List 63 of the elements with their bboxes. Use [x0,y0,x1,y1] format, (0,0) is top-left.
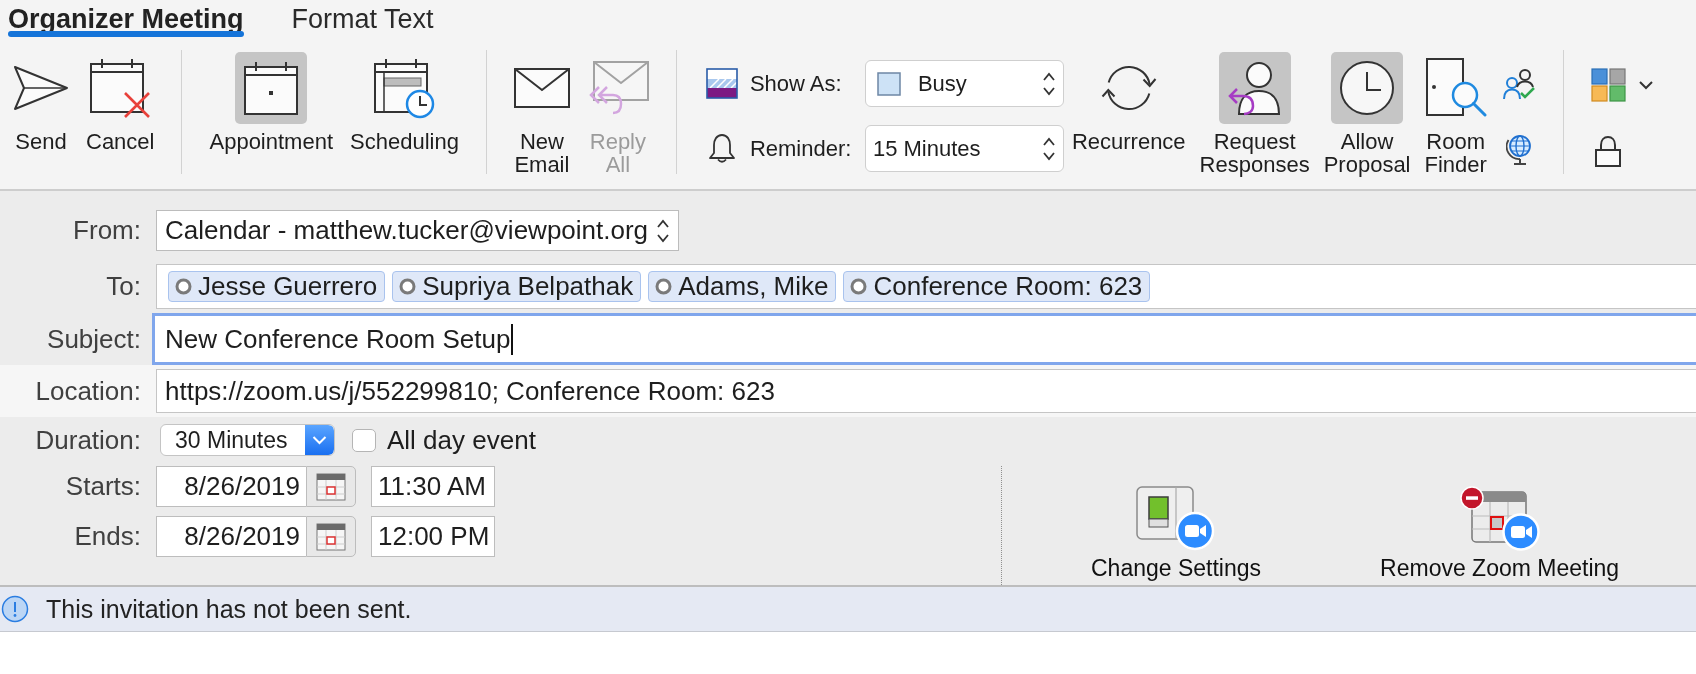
info-message: This invitation has not been sent. [46,594,412,624]
up-down-arrows-icon [1041,135,1056,162]
location-field[interactable]: https://zoom.us/j/552299810; Conference Room: 623 [156,369,1696,413]
color-swatch-icon [876,71,901,96]
info-icon [1,595,29,623]
ring-icon [398,277,418,296]
all-day-checkbox[interactable] [352,428,376,452]
recipient-chip[interactable]: Supriya Belpathak [392,271,642,302]
ribbon-tab[interactable]: Organizer Meeting [8,0,244,38]
color-bars-icon [705,68,738,99]
all-day-label: All day event [387,424,536,456]
cancel-button[interactable]: Cancel [80,52,161,153]
people-check-icon[interactable] [1501,68,1536,100]
grid-icon [1590,68,1627,102]
duration-select[interactable]: 30 Minutes [160,424,335,456]
show-as-label: Show As: [749,70,843,97]
room-finder-button[interactable]: Room Finder [1418,52,1493,176]
apps-button[interactable] [1590,68,1653,102]
appointment-button[interactable]: Appointment [203,52,339,153]
date-picker-button[interactable] [306,466,356,507]
switch-camera-icon [1136,486,1217,552]
calendar-icon [316,472,346,501]
subject-field[interactable]: New Conference Room Setup [152,313,1696,365]
end-date-field[interactable]: 8/26/2019 [156,516,306,557]
request-responses-button[interactable]: Request Responses [1193,52,1316,176]
allow-proposal-button[interactable]: Allow Proposal [1317,52,1417,176]
from-label: From: [72,215,141,246]
end-time-field[interactable]: 12:00 PM [371,516,495,557]
scheduling-button[interactable]: Scheduling [344,52,465,153]
caret-icon [1638,80,1653,90]
new-email-button[interactable]: New Email [507,52,576,176]
recipient-chip[interactable]: Adams, Mike [648,271,837,302]
ribbon-tab[interactable]: Format Text [291,0,434,38]
start-time-field[interactable]: 11:30 AM [371,466,495,507]
ring-icon [849,277,869,296]
to-label: To: [105,271,141,302]
reminder-label: Reminder: [749,135,853,162]
lock-icon[interactable] [1593,135,1622,167]
globe-icon[interactable] [1505,133,1532,165]
ring-icon [174,277,193,296]
ends-label: Ends: [73,521,141,552]
recipient-chip[interactable]: Jesse Guerrero [168,271,386,302]
calendar-camera-icon [1459,486,1540,552]
reminder-select[interactable]: 15 Minutes [864,125,1064,172]
recurrence-button[interactable]: Recurrence [1065,52,1192,176]
send-button[interactable]: Send [7,52,75,153]
location-label: Location: [34,375,141,407]
duration-label: Duration: [34,424,141,456]
from-select[interactable]: Calendar - matthew.tucker@viewpoint.org [156,210,680,251]
up-down-arrows-icon [1041,70,1056,97]
recipient-chip[interactable]: Conference Room: 623 [843,271,1151,302]
up-down-arrows-icon [656,217,671,244]
to-field[interactable]: Jesse Guerrero Supriya Belpathak Adams, Mike Conference Room: 623 [156,264,1696,309]
starts-label: Starts: [64,471,141,502]
show-as-select[interactable]: Busy [864,60,1064,107]
change-settings-button[interactable]: Change Settings [1091,486,1262,581]
chevron-down-icon [305,425,334,455]
calendar-icon [316,522,346,551]
date-picker-button[interactable] [306,516,356,557]
remove-zoom-meeting-button[interactable]: Remove Zoom Meeting [1380,486,1620,581]
subject-label: Subject: [46,323,141,355]
ring-icon [654,277,674,296]
start-date-field[interactable]: 8/26/2019 [156,466,306,507]
